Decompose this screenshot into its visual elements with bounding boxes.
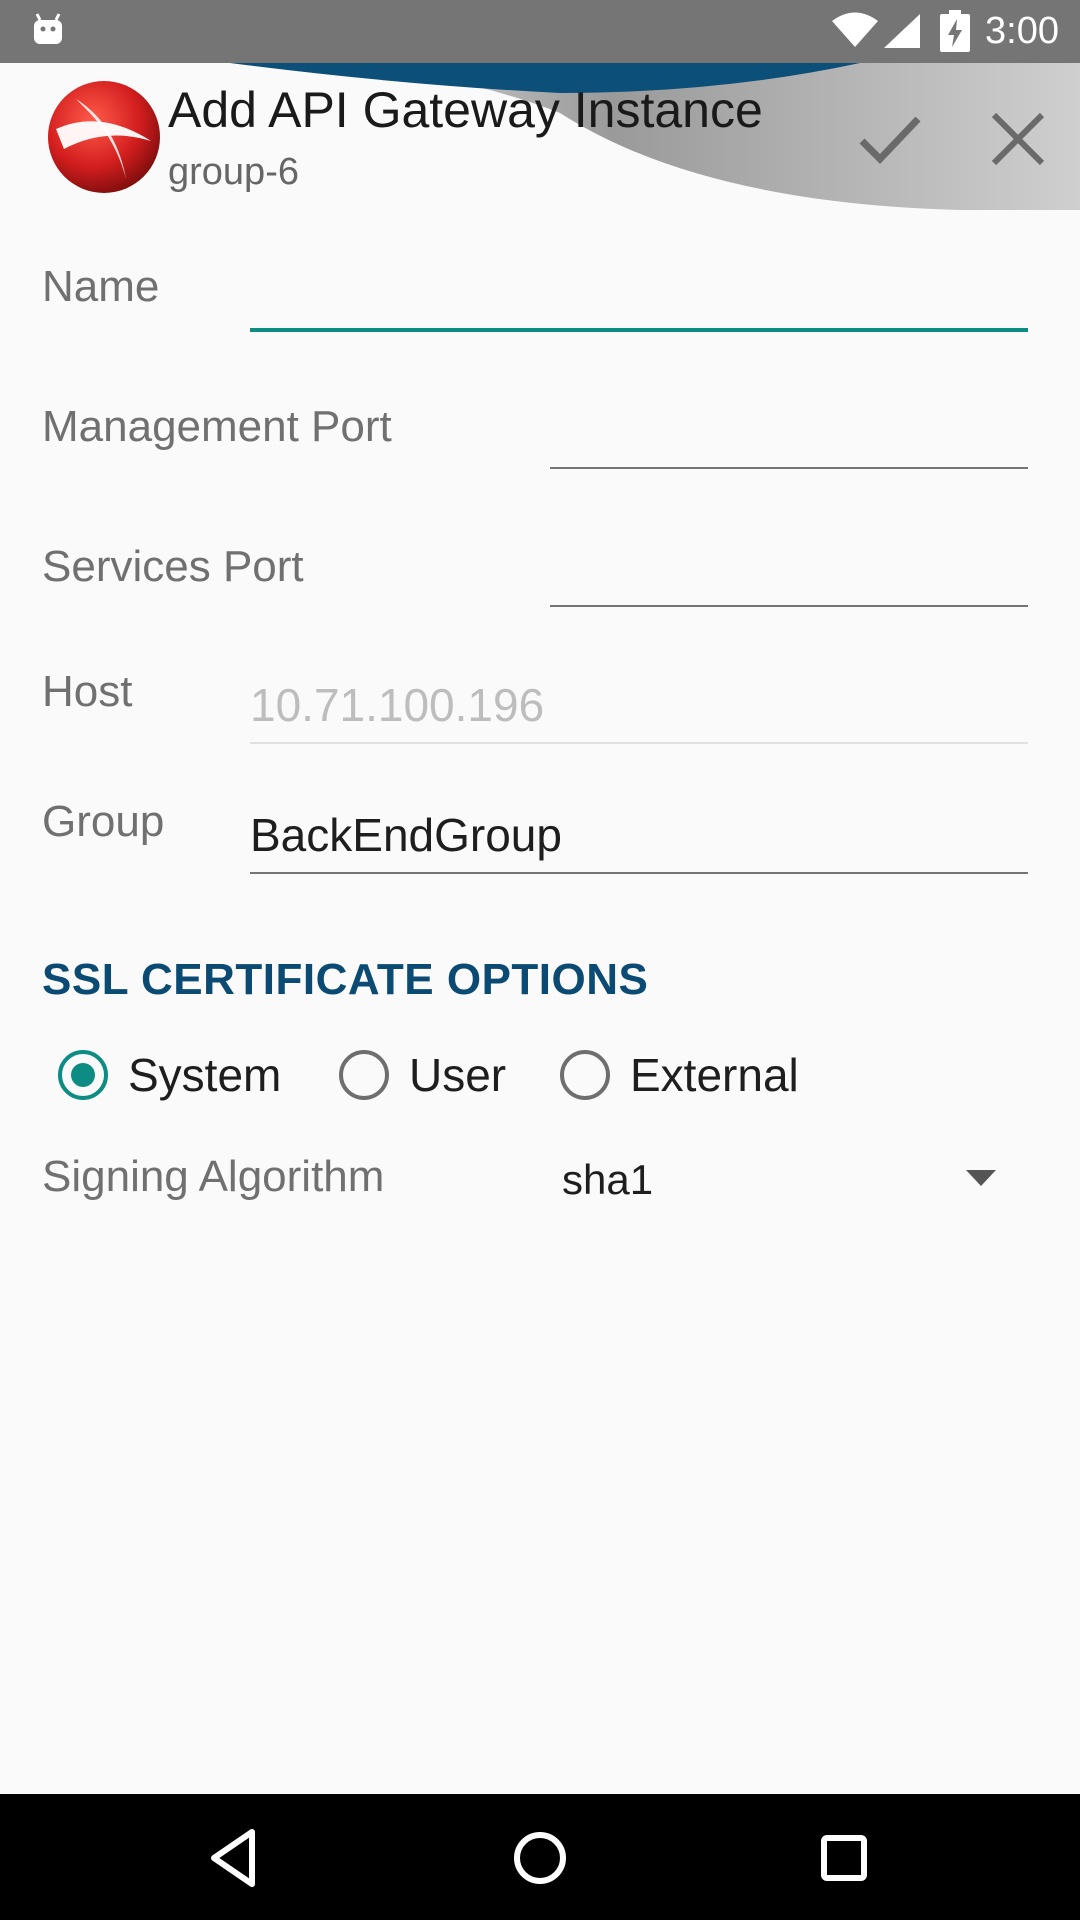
radio-system[interactable]: System bbox=[58, 1045, 281, 1105]
host-input: 10.71.100.196 bbox=[250, 679, 1028, 744]
radio-external-label: External bbox=[630, 1049, 799, 1101]
page-title: Add API Gateway Instance bbox=[168, 82, 763, 138]
page-subtitle: group-6 bbox=[168, 151, 299, 193]
radio-user-label: User bbox=[409, 1049, 507, 1101]
services-port-underline bbox=[550, 605, 1028, 607]
management-port-label: Management Port bbox=[42, 402, 392, 451]
radio-unchecked-icon bbox=[560, 1050, 610, 1100]
recents-icon[interactable] bbox=[808, 1822, 880, 1894]
host-underline bbox=[250, 742, 1028, 744]
name-input-underline bbox=[250, 328, 1028, 332]
android-notification-icon bbox=[34, 13, 62, 44]
close-icon[interactable] bbox=[978, 99, 1058, 179]
battery-charging-icon bbox=[940, 10, 970, 52]
group-underline bbox=[250, 872, 1028, 874]
name-input[interactable] bbox=[250, 268, 1028, 332]
app-logo-icon bbox=[48, 81, 160, 193]
back-icon[interactable] bbox=[200, 1822, 272, 1894]
status-bar: 3:00 bbox=[0, 0, 1080, 63]
host-label: Host bbox=[42, 667, 133, 716]
wifi-icon bbox=[832, 12, 878, 47]
home-icon[interactable] bbox=[504, 1822, 576, 1894]
services-port-label: Services Port bbox=[42, 542, 304, 591]
management-port-input[interactable] bbox=[550, 405, 1028, 469]
radio-unchecked-icon bbox=[339, 1050, 389, 1100]
group-value: BackEndGroup bbox=[250, 809, 562, 861]
radio-checked-icon bbox=[58, 1050, 108, 1100]
host-value: 10.71.100.196 bbox=[250, 679, 545, 731]
signal-icon bbox=[884, 14, 920, 48]
management-port-underline bbox=[550, 467, 1028, 469]
dropdown-arrow-icon bbox=[966, 1170, 996, 1186]
radio-external[interactable]: External bbox=[560, 1045, 799, 1105]
check-icon[interactable] bbox=[850, 99, 930, 179]
signing-algorithm-label: Signing Algorithm bbox=[42, 1152, 385, 1201]
navigation-bar bbox=[0, 1794, 1080, 1920]
status-clock: 3:00 bbox=[985, 10, 1059, 52]
radio-user[interactable]: User bbox=[339, 1045, 506, 1105]
signing-algorithm-dropdown[interactable]: sha1 bbox=[560, 1150, 1000, 1210]
services-port-input[interactable] bbox=[550, 543, 1028, 607]
group-label: Group bbox=[42, 797, 165, 846]
name-label: Name bbox=[42, 262, 160, 311]
ssl-section-header: SSL CERTIFICATE OPTIONS bbox=[42, 955, 649, 1004]
radio-system-label: System bbox=[128, 1049, 282, 1101]
signing-algorithm-value: sha1 bbox=[562, 1156, 654, 1203]
group-input[interactable]: BackEndGroup bbox=[250, 809, 1028, 874]
action-bar: Add API Gateway Instance group-6 bbox=[0, 63, 1080, 210]
